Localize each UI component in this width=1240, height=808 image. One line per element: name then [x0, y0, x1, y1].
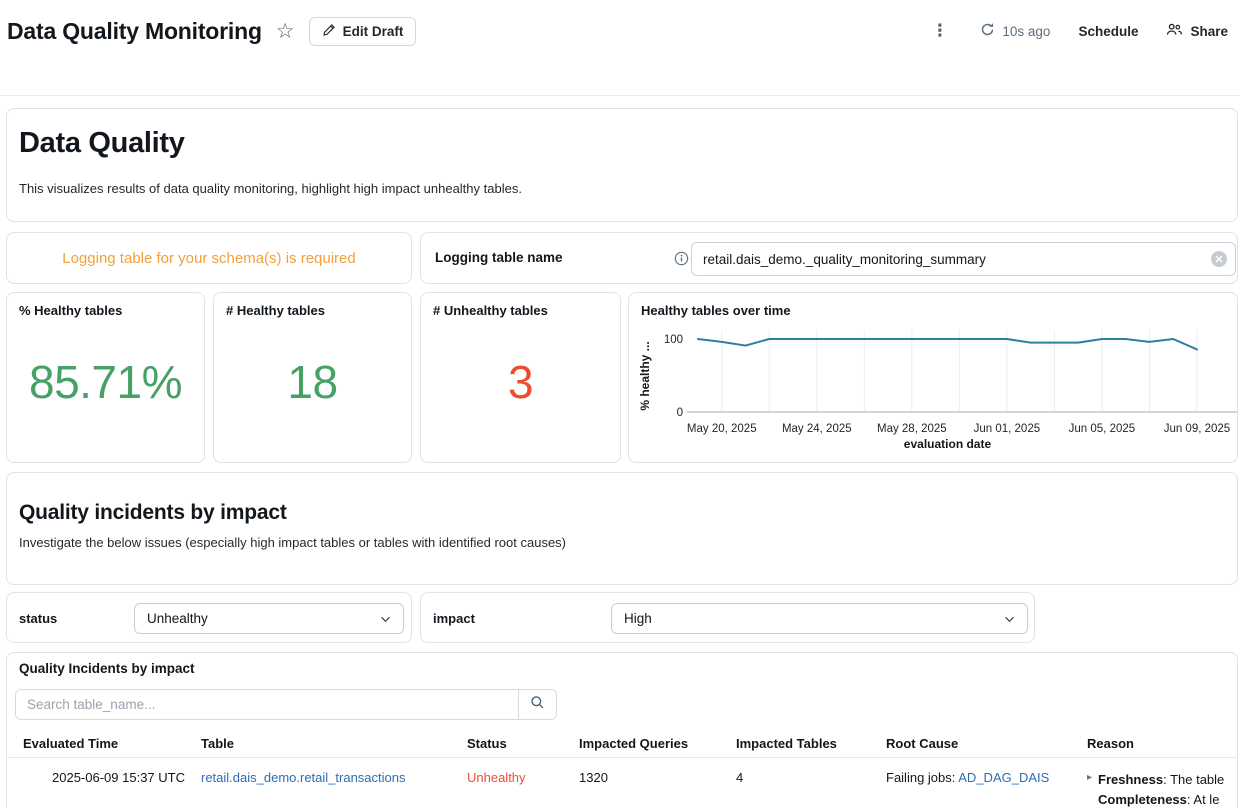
- cell-impacted-tables: 4: [736, 770, 886, 785]
- column-header[interactable]: Impacted Tables: [736, 736, 886, 751]
- incidents-description: Investigate the below issues (especially…: [19, 535, 566, 550]
- impact-filter-card: impact High: [420, 592, 1035, 643]
- incidents-section-card: Quality incidents by impact Investigate …: [6, 472, 1238, 585]
- favorite-star-icon[interactable]: ☆: [276, 21, 295, 42]
- stat-value: 3: [421, 355, 620, 409]
- reason-text: : At le: [1187, 792, 1220, 807]
- search-button[interactable]: [518, 690, 556, 719]
- top-bar: Data Quality Monitoring ☆ Edit Draft ⋮ 1…: [0, 0, 1240, 62]
- edit-draft-label: Edit Draft: [343, 24, 404, 39]
- cell-impacted-queries: 1320: [579, 770, 736, 785]
- status-filter-select[interactable]: Unhealthy: [134, 603, 404, 634]
- cell-evaluated-time: 2025-06-09 15:37 UTC: [7, 770, 201, 785]
- people-icon: [1166, 22, 1183, 40]
- cell-reason: ▸ Freshness: The table Completeness: At …: [1087, 770, 1238, 808]
- share-label: Share: [1190, 24, 1228, 39]
- impact-filter-select[interactable]: High: [611, 603, 1028, 634]
- pencil-icon: [322, 23, 336, 40]
- stat-label: # Unhealthy tables: [433, 303, 548, 318]
- expand-row-icon[interactable]: ▸: [1087, 770, 1092, 808]
- svg-text:evaluation date: evaluation date: [904, 437, 992, 451]
- svg-text:May 20, 2025: May 20, 2025: [687, 423, 757, 435]
- column-header[interactable]: Status: [467, 736, 579, 751]
- incidents-table-card: Quality Incidents by impact Evaluated Ti…: [6, 652, 1238, 808]
- column-header[interactable]: Reason: [1087, 736, 1238, 751]
- impact-filter-label: impact: [433, 611, 475, 626]
- healthy-tables-chart: 0 100 May 20, 2025 May 24, 2025 May 28, 2025…: [629, 321, 1238, 461]
- overview-card: Data Quality This visualizes results of …: [6, 108, 1238, 222]
- page-title: Data Quality Monitoring: [7, 18, 262, 45]
- overview-title: Data Quality: [19, 127, 185, 160]
- column-header[interactable]: Root Cause: [886, 736, 1087, 751]
- refresh-timestamp: 10s ago: [1002, 24, 1050, 39]
- schedule-button[interactable]: Schedule: [1078, 24, 1138, 39]
- table-search: [15, 689, 557, 720]
- svg-text:May 28, 2025: May 28, 2025: [877, 423, 947, 435]
- svg-text:Jun 09, 2025: Jun 09, 2025: [1164, 423, 1231, 435]
- column-header[interactable]: Evaluated Time: [7, 736, 201, 751]
- cell-root-cause: Failing jobs: AD_DAG_DAIS: [886, 770, 1087, 785]
- status-filter-label: status: [19, 611, 57, 626]
- reason-label: Freshness: [1098, 772, 1163, 787]
- stat-card-num-unhealthy: # Unhealthy tables 3: [420, 292, 621, 463]
- chart-title: Healthy tables over time: [641, 303, 791, 318]
- kebab-menu-icon[interactable]: ⋮: [927, 21, 952, 41]
- chevron-down-icon: [380, 611, 391, 626]
- search-icon: [530, 695, 545, 715]
- dashboard-page: Data Quality Monitoring ☆ Edit Draft ⋮ 1…: [0, 0, 1240, 808]
- logging-table-card: Logging table name: [420, 232, 1238, 284]
- svg-text:0: 0: [677, 407, 683, 419]
- search-input[interactable]: [16, 690, 518, 719]
- table-row: 2025-06-09 15:37 UTC retail.dais_demo.re…: [7, 758, 1238, 808]
- column-header[interactable]: Impacted Queries: [579, 736, 736, 751]
- logging-table-input[interactable]: [691, 242, 1236, 276]
- incidents-title: Quality incidents by impact: [19, 501, 287, 525]
- overview-description: This visualizes results of data quality …: [19, 181, 522, 196]
- info-icon[interactable]: [674, 251, 689, 271]
- stat-card-num-healthy: # Healthy tables 18: [213, 292, 412, 463]
- cell-table-link[interactable]: retail.dais_demo.retail_transactions: [201, 770, 406, 785]
- logging-warning-text: Logging table for your schema(s) is requ…: [62, 250, 355, 267]
- edit-draft-button[interactable]: Edit Draft: [309, 17, 417, 46]
- reason-label: Completeness: [1098, 792, 1187, 807]
- stat-label: # Healthy tables: [226, 303, 325, 318]
- header-divider: [0, 95, 1240, 96]
- refresh-icon: [980, 22, 995, 40]
- share-button[interactable]: Share: [1166, 22, 1228, 40]
- status-filter-value: Unhealthy: [147, 611, 208, 626]
- impact-filter-value: High: [624, 611, 652, 626]
- refresh-button[interactable]: 10s ago: [980, 22, 1050, 40]
- cell-status: Unhealthy: [467, 770, 526, 785]
- root-cause-job-link[interactable]: AD_DAG_DAIS: [958, 770, 1049, 785]
- clear-input-icon[interactable]: [1211, 251, 1227, 267]
- table-header-row: Evaluated Time Table Status Impacted Que…: [7, 729, 1238, 758]
- svg-text:May 24, 2025: May 24, 2025: [782, 423, 852, 435]
- healthy-over-time-card: Healthy tables over time 0 100 May 20, 202…: [628, 292, 1238, 463]
- stat-label: % Healthy tables: [19, 303, 122, 318]
- reason-text: : The table: [1163, 772, 1224, 787]
- status-filter-card: status Unhealthy: [6, 592, 412, 643]
- stat-value: 18: [214, 355, 411, 409]
- svg-text:Jun 05, 2025: Jun 05, 2025: [1069, 423, 1136, 435]
- chevron-down-icon: [1004, 611, 1015, 626]
- stat-value: 85.71%: [7, 355, 204, 409]
- logging-table-label: Logging table name: [435, 250, 563, 265]
- svg-text:% healthy ...: % healthy ...: [638, 341, 652, 410]
- stat-card-pct-healthy: % Healthy tables 85.71%: [6, 292, 205, 463]
- svg-text:Jun 01, 2025: Jun 01, 2025: [974, 423, 1041, 435]
- incidents-table-title: Quality Incidents by impact: [19, 661, 195, 676]
- logging-warning-card: Logging table for your schema(s) is requ…: [6, 232, 412, 284]
- column-header[interactable]: Table: [201, 736, 467, 751]
- svg-text:100: 100: [664, 334, 683, 346]
